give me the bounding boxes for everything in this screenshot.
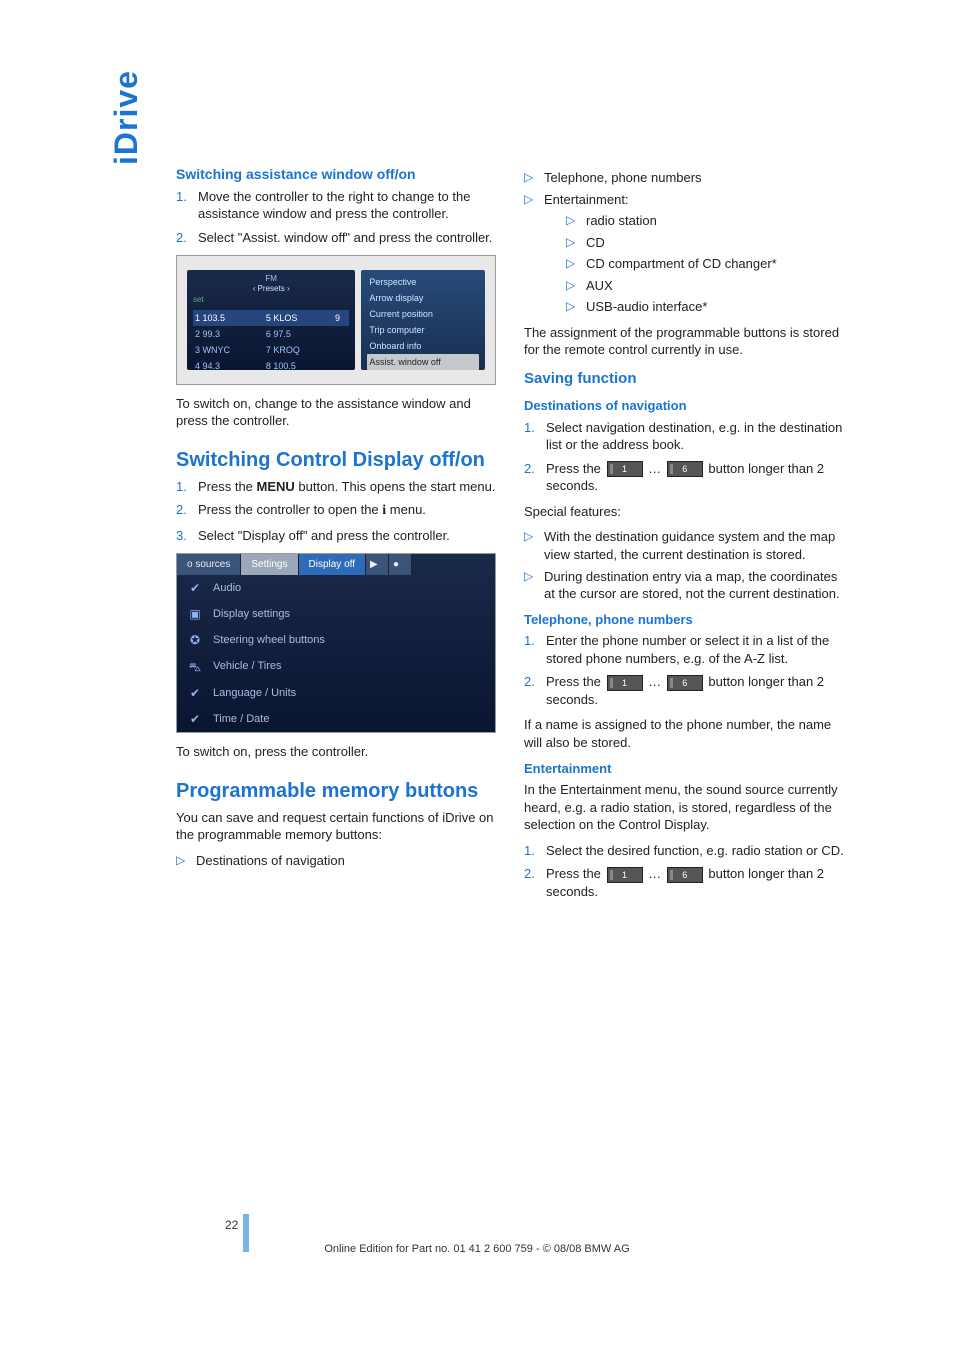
section-tab: iDrive xyxy=(108,70,145,165)
audio-icon: ✔ xyxy=(187,580,203,596)
button-6-icon: 6 xyxy=(667,461,703,477)
step-text: Select "Display off" and press the contr… xyxy=(198,528,450,543)
assignment-note: The assignment of the programmable butto… xyxy=(524,324,844,359)
list-item: CD xyxy=(566,234,844,252)
tab-arrow: ▶ xyxy=(366,554,389,576)
button-1-icon: 1 xyxy=(607,461,643,477)
idrive-assist-screenshot: FM ‹ Presets › set 1 103.55 KLOS9 2 99.3… xyxy=(176,255,496,385)
tab-settings: Settings xyxy=(241,554,298,576)
tab-dot: ● xyxy=(389,554,412,576)
heading-destinations: Destinations of navigation xyxy=(524,397,844,415)
tab-display-off: Display off xyxy=(299,554,367,576)
list-item: CD compartment of CD changer* xyxy=(566,255,844,273)
button-1-icon: 1 xyxy=(607,675,643,691)
menu-button-label: MENU xyxy=(257,479,295,494)
idrive-settings-screenshot: o sources Settings Display off ▶ ● ✔Audi… xyxy=(176,553,496,734)
step-text: Press the MENU button. This opens the st… xyxy=(198,479,495,494)
radio-band: FM xyxy=(265,274,277,283)
special-features-list: With the destination guidance system and… xyxy=(524,528,844,602)
tel-note: If a name is assigned to the phone numbe… xyxy=(524,716,844,751)
list-item: During destination entry via a map, the … xyxy=(524,568,844,603)
step-text: Press the 1 … 6 button longer than 2 sec… xyxy=(546,461,824,494)
time-icon: ✔ xyxy=(187,711,203,727)
heading-switch-assist: Switching assistance window off/on xyxy=(176,165,496,184)
list-item: USB-audio interface* xyxy=(566,298,844,316)
right-column: Telephone, phone numbers Entertainment: … xyxy=(524,165,844,908)
tab-sources: o sources xyxy=(177,554,241,576)
step-text: Select the desired function, e.g. radio … xyxy=(546,843,844,858)
step-text: Press the 1 … 6 button longer than 2 sec… xyxy=(546,866,824,899)
heading-switch-display: Switching Control Display off/on xyxy=(176,448,496,472)
display-note: To switch on, press the controller. xyxy=(176,743,496,761)
left-column: Switching assistance window off/on 1.Mov… xyxy=(176,165,496,908)
list-item: AUX xyxy=(566,277,844,295)
presets-label: Presets xyxy=(258,284,285,293)
footer-text: Online Edition for Part no. 01 41 2 600 … xyxy=(0,1243,954,1255)
heading-prog-buttons: Programmable memory buttons xyxy=(176,779,496,803)
step-text: Enter the phone number or select it in a… xyxy=(546,633,829,666)
steering-icon: ✪ xyxy=(187,632,203,648)
button-1-icon: 1 xyxy=(607,867,643,883)
heading-entertainment: Entertainment xyxy=(524,760,844,778)
display-steps: 1. Press the MENU button. This opens the… xyxy=(176,478,496,545)
ent-intro: In the Entertainment menu, the sound sou… xyxy=(524,781,844,834)
dest-steps: 1.Select navigation destination, e.g. in… xyxy=(524,419,844,495)
ent-steps: 1.Select the desired function, e.g. radi… xyxy=(524,842,844,901)
heading-saving: Saving function xyxy=(524,369,844,389)
prog-buttons-intro: You can save and request certain functio… xyxy=(176,809,496,844)
step-text: Select "Assist. window off" and press th… xyxy=(198,230,492,245)
step-text: Press the controller to open the i menu. xyxy=(198,502,426,517)
step-text: Press the 1 … 6 button longer than 2 sec… xyxy=(546,674,824,707)
step-text: Move the controller to the right to chan… xyxy=(198,189,470,222)
assist-steps: 1.Move the controller to the right to ch… xyxy=(176,188,496,247)
list-item: Destinations of navigation xyxy=(176,852,496,870)
tel-steps: 1.Enter the phone number or select it in… xyxy=(524,632,844,708)
language-icon: ✔ xyxy=(187,685,203,701)
prog-buttons-list: Destinations of navigation xyxy=(176,852,496,870)
entertainment-sublist: radio station CD CD compartment of CD ch… xyxy=(566,212,844,316)
list-item: radio station xyxy=(566,212,844,230)
step-text: Select navigation destination, e.g. in t… xyxy=(546,420,842,453)
page-number: 22 xyxy=(225,1218,238,1232)
button-6-icon: 6 xyxy=(667,867,703,883)
list-item: With the destination guidance system and… xyxy=(524,528,844,563)
assist-note: To switch on, change to the assistance w… xyxy=(176,395,496,430)
display-settings-icon: ▣ xyxy=(187,606,203,622)
prog-buttons-list-cont: Telephone, phone numbers Entertainment: … xyxy=(524,169,844,316)
list-item: Entertainment: radio station CD CD compa… xyxy=(524,191,844,316)
button-6-icon: 6 xyxy=(667,675,703,691)
special-features-label: Special features: xyxy=(524,503,844,521)
heading-telephone: Telephone, phone numbers xyxy=(524,611,844,629)
vehicle-icon: ⛍ xyxy=(187,659,203,675)
list-item: Telephone, phone numbers xyxy=(524,169,844,187)
